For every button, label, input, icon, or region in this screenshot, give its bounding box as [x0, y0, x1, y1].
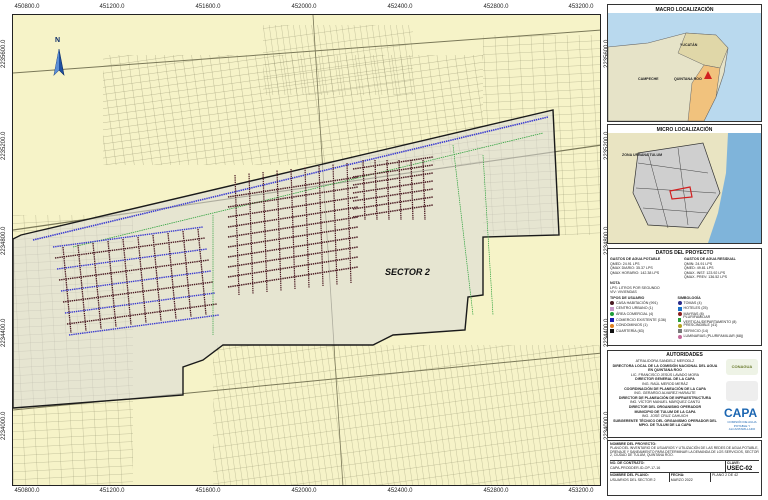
- key-cell: CLAVE: USEC-02: [724, 461, 759, 472]
- coord-bottom-1: 450800.0: [14, 488, 40, 494]
- legend-left-list: CASA HABITACIÓN (991) CENTRO URBANO (1) ÁR…: [610, 300, 676, 334]
- conagua-text: CONAGUA: [731, 364, 753, 369]
- legend-user-type-symbol-icon: [610, 317, 614, 322]
- macro-label-qroo: QUINTANA ROO: [674, 77, 702, 81]
- coord-bottom-4: 452000.0: [291, 488, 317, 494]
- coord-left-2: 2235200.0: [1, 131, 7, 160]
- coord-top-6: 452800.0: [483, 4, 509, 10]
- legend-symbol-symbol-icon: [677, 301, 682, 306]
- authorities-panel: AUTORIDADES ATRALIDORA SANDELZ MERODLZ D…: [607, 350, 762, 438]
- title-block: NOMBRE DEL PROYECTO: PLANO DEL INVENTARI…: [607, 440, 762, 496]
- legend-symbol-symbol-icon: [677, 323, 682, 328]
- capa-logo: CAPA: [724, 406, 758, 420]
- coord-bottom-3: 451600.0: [195, 488, 221, 494]
- title-block-row-2: NOMBRE DEL PLANO: USUARIOS DEL SECTOR 2 …: [610, 471, 759, 483]
- legend-user-type-label: CENTRO URBANO (1): [616, 306, 653, 311]
- macro-label-yucatan: YUCATÁN: [680, 43, 698, 47]
- contract-cell: NO. DE CONTRATO: CAPA-PRODDER-ID-OP-17-1…: [610, 461, 725, 472]
- plan-key: USEC-02: [726, 465, 753, 472]
- legend-user-type-symbol-icon: [610, 323, 614, 328]
- date: MARZO 2022: [670, 477, 693, 482]
- residual-flow-4: QMAX. PREV: 136.52 LPS: [684, 275, 728, 280]
- authorities-title: AUTORIDADES: [666, 352, 703, 358]
- coord-top-3: 451600.0: [195, 4, 221, 10]
- legend-symbol-symbol-icon: [677, 312, 682, 317]
- legend-symbol-symbol-icon: [677, 306, 682, 311]
- auth-role-1: DIRECTORA LOCAL DE LA COMISIÓN NACIONAL …: [612, 363, 718, 373]
- title-block-row-1: NO. DE CONTRATO: CAPA-PRODDER-ID-OP-17-1…: [610, 460, 759, 472]
- potable-flow-3: QMAX HORARIO: 142.38 LPS: [610, 270, 660, 275]
- urban-blocks-northcenter: [263, 25, 413, 95]
- legend-symbol-label: HOTELES (25): [683, 306, 708, 311]
- legend-symbol-symbol-icon: [677, 329, 682, 334]
- legend-symbol-symbol-icon: [677, 317, 682, 322]
- legend-user-type-symbol-icon: [610, 306, 614, 311]
- project-data-panel: DATOS DEL PROYECTO GASTOS DE AGUA POTABL…: [607, 248, 762, 346]
- legend-symbol-label: SERVICIO (14): [683, 328, 709, 333]
- sector-label: SECTOR 2: [385, 267, 430, 277]
- auth-role-7: SUBGERENTE TÉCNICO DEL ORGANISMO OPERADO…: [613, 418, 717, 428]
- legend-user-type-symbol-icon: [610, 301, 614, 306]
- contract-number: CAPA-PRODDER-ID-OP-17-16: [610, 465, 661, 470]
- legend-symbol-symbol-icon: [677, 334, 682, 339]
- nota-2: VIV: VIVIENDAS: [610, 290, 637, 295]
- date-cell: FECHA: MARZO 2022: [668, 472, 710, 483]
- legend-user-type-label: CASA HABITACIÓN (991): [616, 300, 658, 305]
- coord-bottom-5: 452400.0: [387, 488, 413, 494]
- legend-symbol-label: PRESCINDIBLE (41): [683, 323, 718, 328]
- residual-flows: GASTOS DE AGUA RESIDUAL QMIN: 24.91 LPS …: [684, 257, 756, 280]
- coord-bottom-2: 451200.0: [99, 488, 125, 494]
- coord-top-2: 451200.0: [99, 4, 125, 10]
- authorities-list: ATRALIDORA SANDELZ MERODLZ DIRECTORA LOC…: [610, 359, 720, 428]
- project-title: DATOS DEL PROYECTO: [655, 250, 714, 256]
- plan-name-cell: NOMBRE DEL PLANO: USUARIOS DEL SECTOR 2: [610, 473, 669, 482]
- micro-label-tulum: ZONA URBANA TULUM: [622, 153, 663, 157]
- macro-location-panel: MACRO LOCALIZACIÓN YUCATÁN QUINTANA ROO …: [607, 4, 762, 122]
- legend: TIPOS DE USUARIO CASA HABITACIÓN (991) CE…: [610, 296, 759, 340]
- coord-left-3: 2234800.0: [1, 226, 7, 255]
- micro-location-panel: MICRO LOCALIZACIÓN ZONA URBANA TULUM: [607, 124, 762, 244]
- macro-label-campeche: CAMPECHE: [638, 77, 659, 81]
- legend-user-types: TIPOS DE USUARIO CASA HABITACIÓN (991) CE…: [610, 296, 676, 340]
- potable-flows: GASTOS DE AGUA POTABLE QMED: 24.91 LPS Q…: [610, 257, 680, 280]
- coord-top-5: 452400.0: [387, 4, 413, 10]
- legend-user-type-symbol-icon: [610, 312, 614, 317]
- north-label: N: [55, 37, 61, 44]
- coord-top-7: 453200.0: [568, 4, 594, 10]
- legend-symbol-label: TOMAS (4): [683, 300, 702, 305]
- legend-user-type-symbol-icon: [610, 329, 614, 334]
- macro-map: [608, 13, 761, 121]
- coord-top-1: 450800.0: [14, 4, 40, 10]
- coord-top-4: 452000.0: [291, 4, 317, 10]
- legend-user-type-label: COMERCIO EXISTENTE (136): [616, 317, 667, 322]
- legend-user-type-label: CONDOMINIOS (1): [616, 323, 648, 328]
- legend-right-list: TOMAS (4) HOTELES (25) MAYRAS (8) PLURIFAMI…: [677, 300, 759, 340]
- legend-symbol-item: PLURIFAMILIAR VERTICAL/DEPARTAMENTO (8): [677, 315, 759, 324]
- legend-user-type-item: CUARTERÍA (83): [610, 328, 676, 334]
- legend-user-type-item: COMERCIO EXISTENTE (136): [610, 317, 676, 323]
- legend-symbology: SIMBOLOGÍA TOMAS (4) HOTELES (25) MAYRAS (…: [677, 296, 759, 340]
- coord-left-5: 2234000.0: [1, 411, 7, 440]
- legend-user-type-label: ÁREA COMERCIAL (4): [616, 312, 654, 317]
- plan-name: USUARIOS DEL SECTOR 2: [610, 477, 656, 482]
- coord-left-1: 2235600.0: [1, 39, 7, 68]
- coord-left-4: 2234400.0: [1, 318, 7, 347]
- sheet-cell: PLANO 2 DE 42: [709, 472, 759, 483]
- main-map[interactable]: N SECTOR 2: [12, 14, 601, 486]
- project-flows: GASTOS DE AGUA POTABLE QMED: 24.91 LPS Q…: [610, 257, 759, 280]
- micro-map: [608, 133, 761, 243]
- map-sheet: 450800.0 451200.0 451600.0 452000.0 4524…: [0, 0, 768, 500]
- legend-user-type-label: CUARTERÍA (83): [616, 328, 644, 333]
- state-logo: [726, 381, 758, 401]
- legend-symbol-item: LUMINARIAS (PLURIFAMILIAR (68)): [677, 334, 759, 340]
- urban-blocks-south: [213, 345, 600, 485]
- sheet-number: PLANO 2 DE 42: [711, 472, 739, 477]
- coord-bottom-6: 452800.0: [483, 488, 509, 494]
- project-description: PLANO DEL INVENTARIO DE USUARIOS Y UTILI…: [610, 445, 759, 458]
- capa-subtitle: COMISIÓN DE AGUA POTABLE Y ALCANTARILLAD…: [727, 420, 757, 432]
- map-canvas: [13, 15, 600, 485]
- conagua-logo: CONAGUA: [726, 359, 758, 375]
- coord-bottom-7: 453200.0: [568, 488, 594, 494]
- legend-symbol-label: LUMINARIAS (PLURIFAMILIAR (68)): [683, 334, 744, 339]
